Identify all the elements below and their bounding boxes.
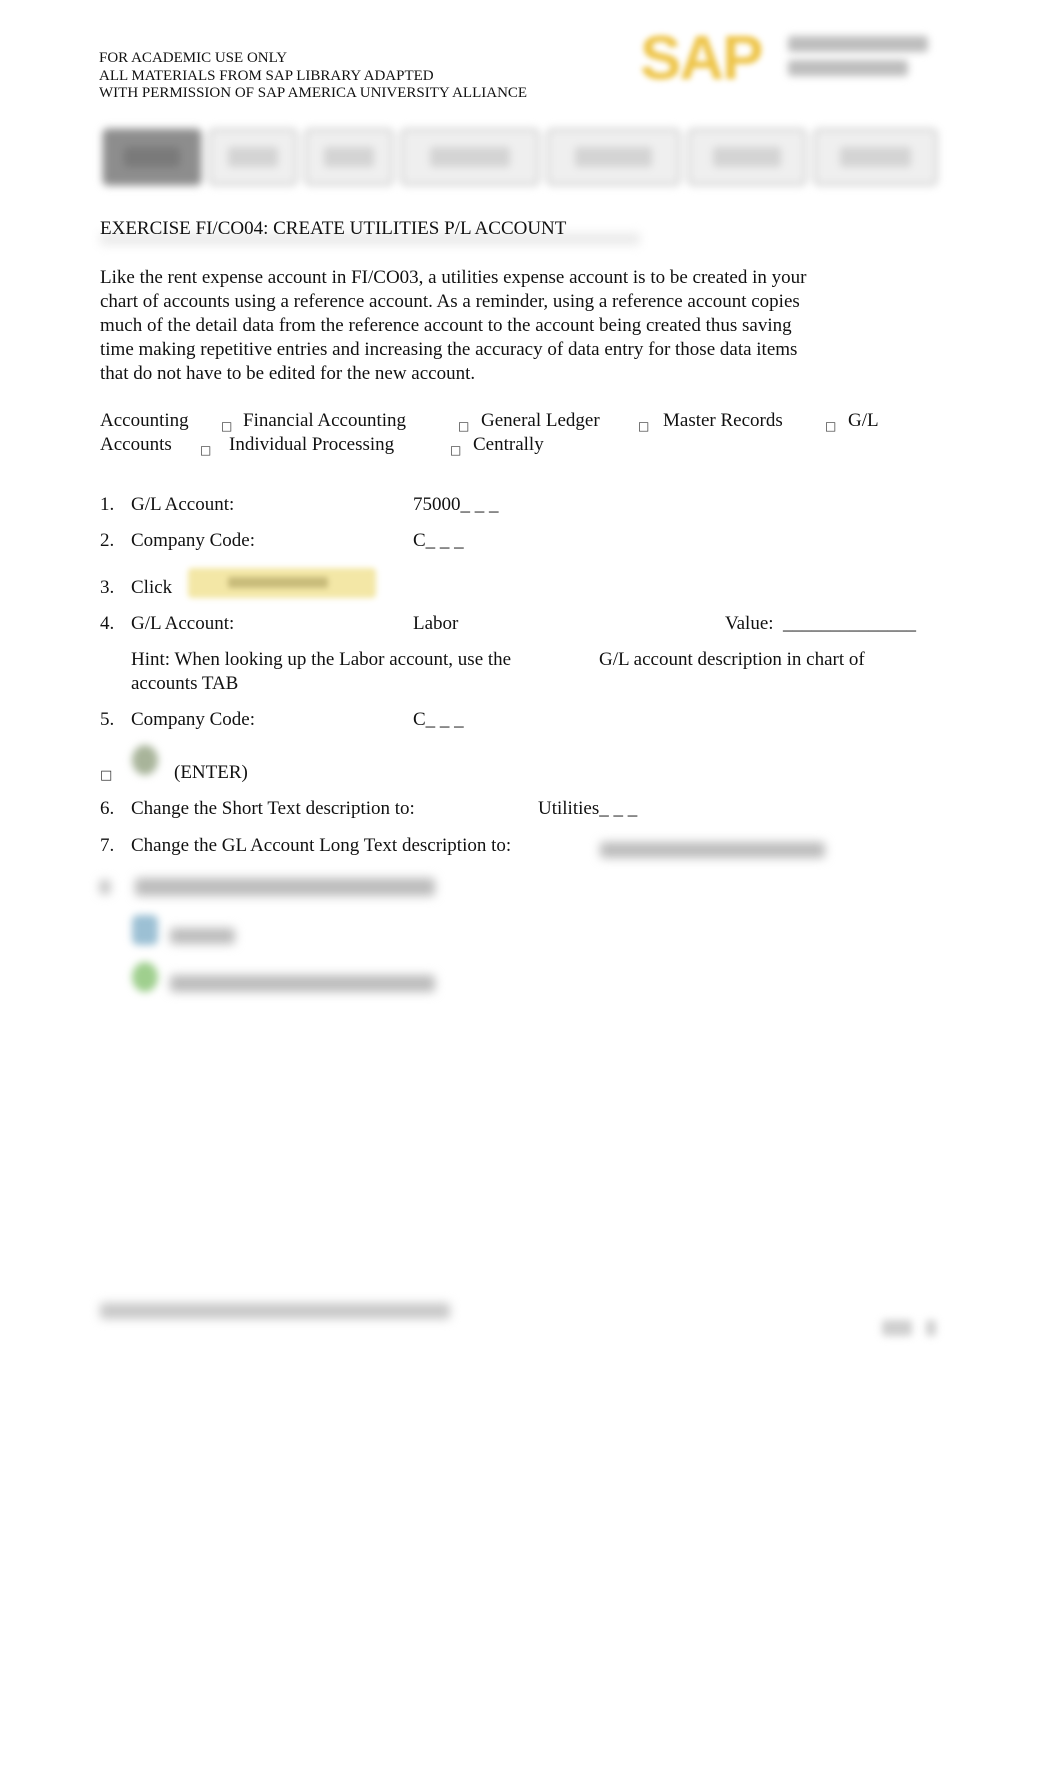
header-line: WITH PERMISSION OF SAP AMERICA UNIVERSIT… [99,85,528,101]
save-icon[interactable] [132,915,158,945]
menu-path-item: Accounting [100,410,189,431]
step-label: G/L Account: [131,613,235,634]
blurred-step-text [170,928,235,944]
menu-path-item: Individual Processing [229,434,395,455]
toolbar-button[interactable] [102,128,202,186]
step-value: C_ _ _ [413,709,464,730]
menu-path-item: General Ledger [481,410,600,431]
blurred-step-text [170,975,435,992]
step-value: Labor [413,613,459,634]
sap-university-alliances-logo: SAP [640,28,950,90]
blurred-step-text [135,878,435,896]
step-label: Change the Short Text description to: [131,798,415,819]
toolbar-button[interactable] [304,128,394,186]
step-label: G/L Account: [131,494,235,515]
step-value: 75000_ _ _ [413,494,499,515]
course-toolbar [102,128,962,190]
bullet-icon: □ [100,768,113,783]
intro-line: time making repetitive entries and incre… [100,339,798,360]
step-number: 3. [100,577,115,598]
toolbar-button[interactable] [813,128,938,186]
value-blank: ______________ [783,613,916,634]
toolbar-button[interactable] [400,128,540,186]
step-label: Company Code: [131,709,256,730]
step-number: 1. [100,494,115,515]
step-label: Change the GL Account Long Text descript… [131,835,512,856]
step-value: C_ _ _ [413,530,464,551]
intro-line: chart of accounts using a reference acco… [100,291,800,312]
page-title: EXERCISE FI/CO04: CREATE UTILITIES P/L A… [100,218,567,239]
step-label: Click [131,577,173,598]
blurred-long-text-value [600,842,825,858]
header-line: ALL MATERIALS FROM SAP LIBRARY ADAPTED [99,67,434,84]
toolbar-button[interactable] [208,128,298,186]
header-disclaimer: FOR ACADEMIC USE ONLY ALL MATERIALS FROM… [99,50,527,103]
menu-path-item: Centrally [473,434,544,455]
arrow-right-icon: □ [200,443,212,457]
footer-copyright-blurred [100,1303,450,1319]
value-label: Value: [725,613,774,634]
menu-path-item: Accounts [100,434,172,455]
step-value: Utilities_ _ _ [538,798,638,819]
menu-path-item: Master Records [663,410,783,431]
arrow-right-icon: □ [458,419,470,433]
intro-paragraph: Like the rent expense account in FI/CO03… [100,266,900,386]
intro-line: much of the detail data from the referen… [100,315,792,336]
hint-text: accounts TAB [131,673,239,694]
header-line: FOR ACADEMIC USE ONLY [99,50,288,66]
logo-subtitle-blurred [788,36,938,84]
step-number: 2. [100,530,115,551]
intro-line: that do not have to be edited for the ne… [100,363,476,384]
step-label: (ENTER) [174,762,248,783]
step-number: 6. [100,798,115,819]
toolbar-button[interactable] [687,128,807,186]
toolbar-button[interactable] [546,128,681,186]
step-number: 4. [100,613,115,634]
step-number: 5. [100,709,115,730]
hint-text: Hint: When looking up the Labor account,… [131,649,512,670]
menu-path-item: G/L [848,410,879,431]
page-number-blurred [882,1320,942,1336]
step-label: Company Code: [131,530,256,551]
step-number: 7. [100,835,115,856]
blurred-number [100,880,110,894]
arrow-right-icon: □ [825,419,837,433]
menu-path-item: Financial Accounting [243,410,407,431]
enter-icon[interactable] [132,745,158,775]
intro-line: Like the rent expense account in FI/CO03… [100,267,807,288]
hint-text: G/L account description in chart of [599,649,865,670]
arrow-right-icon: □ [450,443,462,457]
blurred-sap-button[interactable] [188,568,376,598]
arrow-right-icon: □ [638,419,650,433]
sap-logo-text: SAP [640,24,763,93]
back-icon[interactable] [132,962,158,992]
